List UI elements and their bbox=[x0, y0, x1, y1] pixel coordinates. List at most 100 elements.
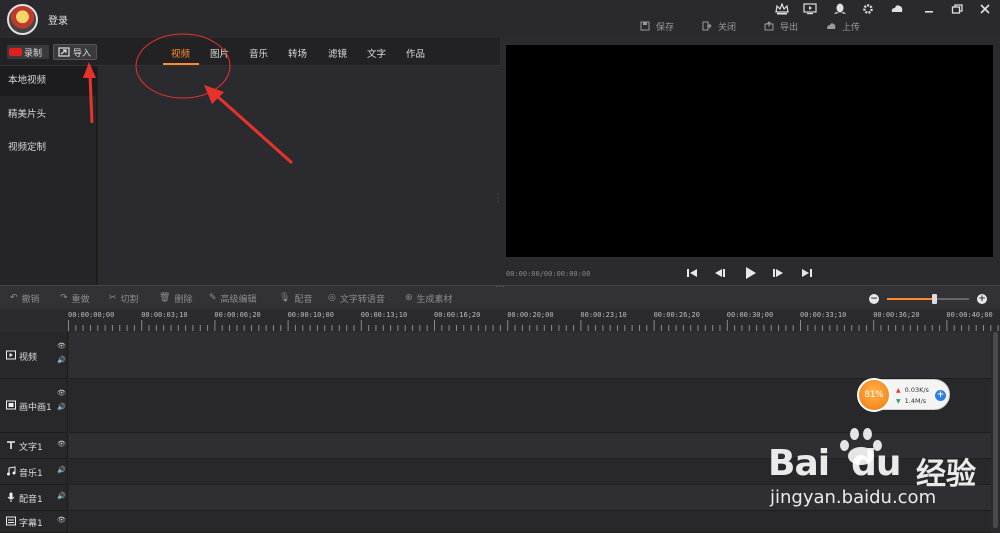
dubbing-button[interactable]: 🎙 配音 bbox=[279, 292, 313, 305]
upload-label: 上传 bbox=[842, 22, 861, 33]
redo-icon: ↷ bbox=[60, 293, 68, 303]
ruler-tick-label: 00:00:16;20 bbox=[434, 311, 481, 319]
skip-end-icon[interactable] bbox=[800, 266, 814, 280]
track-header: 配音1 🔊 bbox=[0, 485, 68, 511]
time-readout: 00:00:00/00:00:00:00 bbox=[506, 270, 591, 278]
pip-track-icon bbox=[6, 400, 16, 413]
login-link[interactable]: 登录 bbox=[48, 12, 68, 27]
track-visibility-eye-icon[interactable]: 👁 bbox=[57, 440, 66, 448]
tab-transition[interactable]: 转场 bbox=[288, 46, 307, 60]
import-button[interactable]: 导入 bbox=[53, 44, 97, 60]
zoom-in-button[interactable]: + bbox=[977, 294, 987, 304]
upload-icon bbox=[827, 23, 836, 29]
save-icon bbox=[640, 21, 650, 31]
track-visibility-eye-icon[interactable]: 👁 bbox=[57, 342, 66, 350]
ruler-tick-label: 00:00:03;10 bbox=[141, 311, 188, 319]
side-item-custom-video[interactable]: 视频定制 bbox=[0, 133, 97, 163]
track-volume-icon[interactable]: 🔊 bbox=[57, 356, 66, 364]
close-icon[interactable] bbox=[978, 3, 992, 15]
tv-icon[interactable] bbox=[803, 3, 817, 15]
cut-button[interactable]: ✂ 切割 bbox=[109, 292, 139, 305]
tab-video[interactable]: 视频 bbox=[171, 46, 190, 60]
redo-label: 重做 bbox=[71, 294, 90, 305]
qq-penguin-icon[interactable] bbox=[833, 3, 847, 15]
timeline-ruler[interactable]: 00:00:00;00 00:00:03;10 00:00:06;20 00:00:1… bbox=[68, 309, 1000, 332]
redo-button[interactable]: ↷ 重做 bbox=[60, 292, 90, 305]
close-project-button[interactable]: 关闭 bbox=[702, 19, 736, 33]
track-label-text: 字幕1 bbox=[19, 519, 43, 529]
text-to-speech-button[interactable]: ◎ 文字转语音 bbox=[328, 292, 385, 305]
upload-rate: ▲ 0.03K/s bbox=[896, 386, 929, 394]
export-icon bbox=[764, 21, 774, 31]
gear-icon[interactable] bbox=[861, 3, 875, 15]
scissors-icon: ✂ bbox=[109, 293, 117, 303]
track-lane[interactable] bbox=[69, 332, 991, 379]
generate-material-button[interactable]: ⊛ 生成素材 bbox=[405, 292, 453, 305]
restore-icon[interactable] bbox=[950, 3, 964, 15]
upload-button[interactable]: 上传 bbox=[826, 19, 860, 33]
tab-filter[interactable]: 滤镜 bbox=[328, 46, 347, 60]
step-forward-icon[interactable] bbox=[771, 266, 785, 280]
step-back-icon[interactable] bbox=[713, 266, 727, 280]
net-widget-plus-button[interactable]: + bbox=[935, 390, 946, 401]
track-volume-icon[interactable]: 🔊 bbox=[57, 403, 66, 411]
panel-splitter-horizontal[interactable]: ···· bbox=[493, 284, 507, 291]
track-visibility-eye-icon[interactable]: 👁 bbox=[57, 389, 66, 397]
track-lane[interactable] bbox=[69, 511, 991, 533]
track-lane[interactable] bbox=[69, 485, 991, 511]
skip-start-icon[interactable] bbox=[685, 266, 699, 280]
track-visibility-eye-icon[interactable]: 👁 bbox=[57, 516, 66, 524]
active-tab-indicator bbox=[163, 63, 199, 65]
cloud-icon[interactable] bbox=[890, 3, 904, 15]
track-lane[interactable] bbox=[69, 459, 991, 485]
zoom-slider-handle[interactable] bbox=[931, 294, 937, 304]
save-button[interactable]: 保存 bbox=[640, 19, 674, 33]
tab-text[interactable]: 文字 bbox=[367, 46, 386, 60]
media-side-nav: 本地视频 精美片头 视频定制 bbox=[0, 66, 97, 285]
ruler-tick-label: 00:00:36;20 bbox=[873, 311, 920, 319]
close-project-label: 关闭 bbox=[718, 22, 737, 33]
zoom-out-button[interactable]: − bbox=[869, 294, 879, 304]
timeline-scrollbar[interactable] bbox=[991, 332, 1000, 533]
advanced-edit-button[interactable]: ✎ 高级编辑 bbox=[209, 292, 257, 305]
download-rate-value: 1.4M/s bbox=[904, 397, 927, 405]
side-item-local-video[interactable]: 本地视频 bbox=[0, 66, 97, 96]
track-volume-icon[interactable]: 🔊 bbox=[57, 466, 66, 474]
arrow-down-icon: ▼ bbox=[896, 397, 901, 405]
upload-rate-value: 0.03K/s bbox=[904, 386, 929, 394]
zoom-slider[interactable] bbox=[887, 294, 969, 304]
track-label-text: 音乐1 bbox=[19, 469, 43, 479]
media-library-panel: 录制 导入 视频 图片 音乐 转场 滤镜 文字 作品 本地视频 精美片头 视频定… bbox=[0, 38, 500, 285]
track-label: 文字1 bbox=[6, 440, 43, 453]
track-volume-icon[interactable]: 🔊 bbox=[57, 492, 66, 500]
track-lane[interactable] bbox=[69, 433, 991, 459]
delete-label: 删除 bbox=[174, 294, 193, 305]
media-grid bbox=[98, 66, 500, 285]
vip-crown-icon[interactable] bbox=[775, 2, 789, 15]
track-header: 画中画1 👁 🔊 bbox=[0, 379, 68, 433]
undo-button[interactable]: ↶ 撤销 bbox=[10, 292, 40, 305]
tab-image[interactable]: 图片 bbox=[210, 46, 229, 60]
play-icon[interactable] bbox=[743, 266, 757, 280]
minimize-icon[interactable] bbox=[922, 3, 936, 15]
dubbing-label: 配音 bbox=[294, 294, 313, 305]
timeline-scroll-thumb[interactable] bbox=[993, 332, 998, 528]
ruler-tick-label: 00:00:26;20 bbox=[653, 311, 700, 319]
track-label: 视频 bbox=[6, 350, 37, 363]
import-label: 导入 bbox=[73, 48, 92, 59]
record-button[interactable]: 录制 bbox=[7, 45, 49, 59]
tab-works[interactable]: 作品 bbox=[406, 46, 425, 60]
side-item-intro-clips[interactable]: 精美片头 bbox=[0, 100, 97, 130]
delete-button[interactable]: 🗑 删除 bbox=[159, 292, 193, 305]
tab-music[interactable]: 音乐 bbox=[249, 46, 268, 60]
avatar[interactable] bbox=[7, 4, 38, 35]
preview-panel: 00:00:00/00:00:00:00 bbox=[500, 38, 1000, 285]
track-lane[interactable] bbox=[69, 379, 991, 433]
network-speed-widget[interactable]: 81% ▲ 0.03K/s ▼ 1.4M/s + bbox=[857, 378, 950, 412]
pencil-icon: ✎ bbox=[209, 293, 217, 303]
undo-label: 撤销 bbox=[21, 294, 40, 305]
track-label: 画中画1 bbox=[6, 400, 52, 413]
export-button[interactable]: 导出 bbox=[764, 19, 798, 33]
download-rate: ▼ 1.4M/s bbox=[896, 397, 926, 405]
generate-material-label: 生成素材 bbox=[416, 294, 453, 305]
